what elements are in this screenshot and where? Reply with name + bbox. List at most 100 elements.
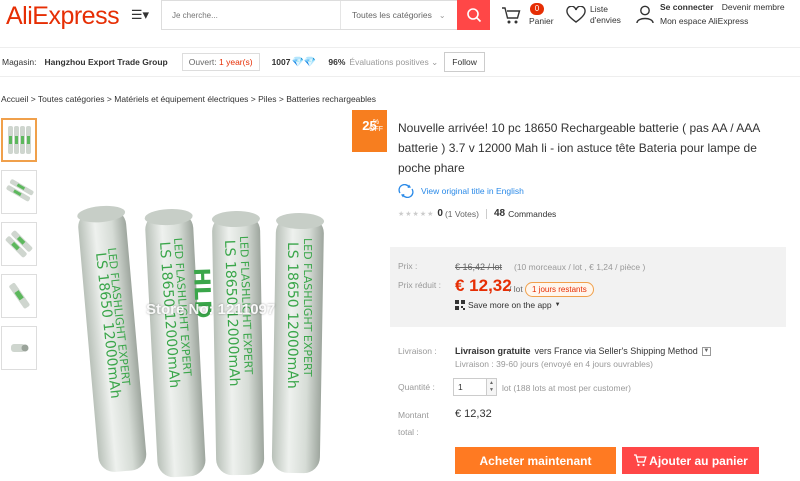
feedback-percent: 96% [328, 57, 346, 67]
chevron-down-icon: ⌄ [438, 10, 446, 20]
thumbnail-list [1, 118, 38, 378]
orders-label: Commandes [508, 208, 557, 219]
buy-now-button[interactable]: Acheter maintenant [455, 447, 616, 474]
heart-icon [566, 6, 586, 23]
reduced-price: € 12,32 [455, 276, 512, 295]
battery-product-image: LED FLASHLIGHT EXPERT LS 18650 12000mAh … [77, 205, 325, 478]
cart-icon [502, 7, 521, 24]
cart-link[interactable]: 0 Panier [500, 3, 555, 29]
wishlist-link[interactable]: Liste d'envies [566, 3, 632, 29]
category-select[interactable]: Toutes les catégories ⌄ [340, 1, 458, 29]
store-name-link[interactable]: Hangzhou Export Trade Group [45, 57, 168, 67]
quantity-note: lot (188 lots at most per customer) [502, 383, 631, 393]
user-icon [636, 5, 654, 24]
free-shipping: Livraison gratuite [455, 346, 531, 356]
app-save-label: Save more on the app [468, 300, 552, 310]
decrement-icon[interactable]: ▼ [489, 387, 494, 394]
quantity-input[interactable]: 1 [454, 379, 486, 395]
store-bar: Magasin: Hangzhou Export Trade Group Ouv… [0, 47, 800, 77]
top-header: AliExpress ☰▾ Toutes les catégories ⌄ 0 … [0, 0, 800, 32]
feedback-dropdown[interactable]: Évaluations positives ⌄ [349, 57, 438, 68]
battery-thumbnail-image [11, 344, 29, 352]
category-select-label: Toutes les catégories [352, 10, 432, 20]
wishlist-label-line2: d'envies [590, 15, 621, 25]
price-label: Prix : [398, 261, 418, 271]
app-save-link[interactable]: Save more on the app ▼ [455, 300, 561, 310]
battery-thumbnail-image [8, 126, 31, 154]
battery-thumbnail-image [6, 179, 34, 202]
view-original-title-link[interactable]: View original title in English [398, 184, 524, 198]
signin-link[interactable]: Se connecter [660, 2, 713, 12]
product-title: Nouvelle arrivée! 10 pc 18650 Rechargeab… [398, 121, 760, 175]
price-box: Prix : € 16,42 / lot (10 morceaux / lot … [390, 247, 786, 327]
wishlist-label: Liste d'envies [590, 4, 621, 26]
store-open-prefix: Ouvert: [188, 57, 217, 67]
wishlist-label-line1: Liste [590, 4, 608, 14]
caret-down-icon: ▼ [703, 348, 710, 354]
battery-thumbnail-image [9, 283, 30, 309]
quantity-stepper[interactable]: 1 ▲ ▼ [453, 378, 497, 396]
account-menu[interactable]: Se connecter Devenir membre Mon espace A… [634, 1, 800, 29]
rating-row: ★★★★★ 0 (1 Votes) 48 Commandes [398, 208, 556, 219]
search-icon [466, 8, 481, 23]
cart-label: Panier [529, 16, 554, 26]
feedback-label: Évaluations positives [349, 56, 429, 67]
store-open-tag: Ouvert: 1 year(s) [181, 53, 260, 71]
discount-badge: 25 % OFF [352, 110, 387, 152]
battery-label-line1: LED FLASHLIGHT EXPERT [301, 238, 314, 377]
cart-count-badge: 0 [530, 3, 544, 15]
search-bar: Toutes les catégories ⌄ [161, 0, 457, 30]
original-price: € 16,42 / lot [455, 262, 503, 272]
aliexpress-logo[interactable]: AliExpress [6, 2, 120, 31]
breadcrumb[interactable]: Accueil > Toutes catégories > Matériels … [1, 94, 376, 104]
translate-icon [398, 184, 414, 198]
shipping-time: Livraison : 39-60 jours (envoyé en 4 jou… [455, 359, 653, 369]
rating-votes[interactable]: (1 Votes) [445, 209, 479, 219]
discount-suffix: % OFF [369, 119, 383, 133]
battery-label-line2: LS 18650 12000mAh [284, 242, 300, 389]
shipping-info: Livraison gratuite vers France via Selle… [455, 346, 711, 356]
shipping-method: vers France via Seller's Shipping Method [534, 346, 698, 356]
discount-percent-sign: % [372, 119, 380, 126]
increment-icon[interactable]: ▲ [489, 380, 494, 387]
orders-count: 48 [493, 208, 506, 219]
discount-off-label: OFF [369, 126, 383, 133]
follow-button[interactable]: Follow [444, 52, 485, 72]
store-watermark: Store No: 1211097 [146, 301, 276, 318]
thumbnail-3[interactable] [1, 222, 37, 266]
thumbnail-1[interactable] [1, 118, 37, 162]
thumbnail-4[interactable] [1, 274, 37, 318]
days-left-badge: 1 jours restants [525, 282, 594, 297]
thumbnail-5[interactable] [1, 326, 37, 370]
total-label: Montant total : [398, 410, 429, 437]
shipping-dropdown[interactable]: ▼ [701, 346, 711, 356]
shipping-label: Livraison : [398, 346, 437, 356]
diamond-icon: 💎💎 [291, 56, 317, 68]
chevron-down-icon: ⌄ [431, 56, 439, 67]
store-label: Magasin: [2, 57, 37, 67]
search-input[interactable] [172, 10, 347, 20]
reduced-price-label: Prix réduit : [398, 280, 441, 290]
divider [485, 208, 487, 219]
total-value: € 12,32 [455, 408, 492, 420]
hamburger-icon: ☰▾ [130, 7, 150, 22]
cart-icon [634, 454, 647, 467]
thumbnail-2[interactable] [1, 170, 37, 214]
rating-stars-icon: ★★★★★ [398, 210, 435, 218]
rating-value: 0 [437, 208, 443, 219]
add-to-cart-button[interactable]: Ajouter au panier [622, 447, 759, 474]
join-link[interactable]: Devenir membre [722, 2, 785, 12]
battery-thumbnail-image [5, 230, 33, 258]
my-account-link[interactable]: Mon espace AliExpress [660, 16, 748, 26]
category-menu-button[interactable]: ☰▾ [124, 4, 156, 26]
quantity-spinner[interactable]: ▲ ▼ [486, 379, 496, 395]
search-button[interactable] [457, 0, 490, 30]
view-original-title-label: View original title in English [421, 186, 524, 196]
product-main-image[interactable]: LED FLASHLIGHT EXPERT LS 18650 12000mAh … [48, 118, 378, 481]
store-open-years: 1 year(s) [219, 57, 253, 67]
price-note: (10 morceaux / lot , € 1,24 / pièce ) [514, 262, 646, 272]
qr-code-icon [455, 300, 465, 310]
store-points: 1007 [271, 57, 291, 67]
caret-down-icon: ▼ [554, 302, 561, 308]
add-to-cart-label: Ajouter au panier [649, 453, 748, 468]
